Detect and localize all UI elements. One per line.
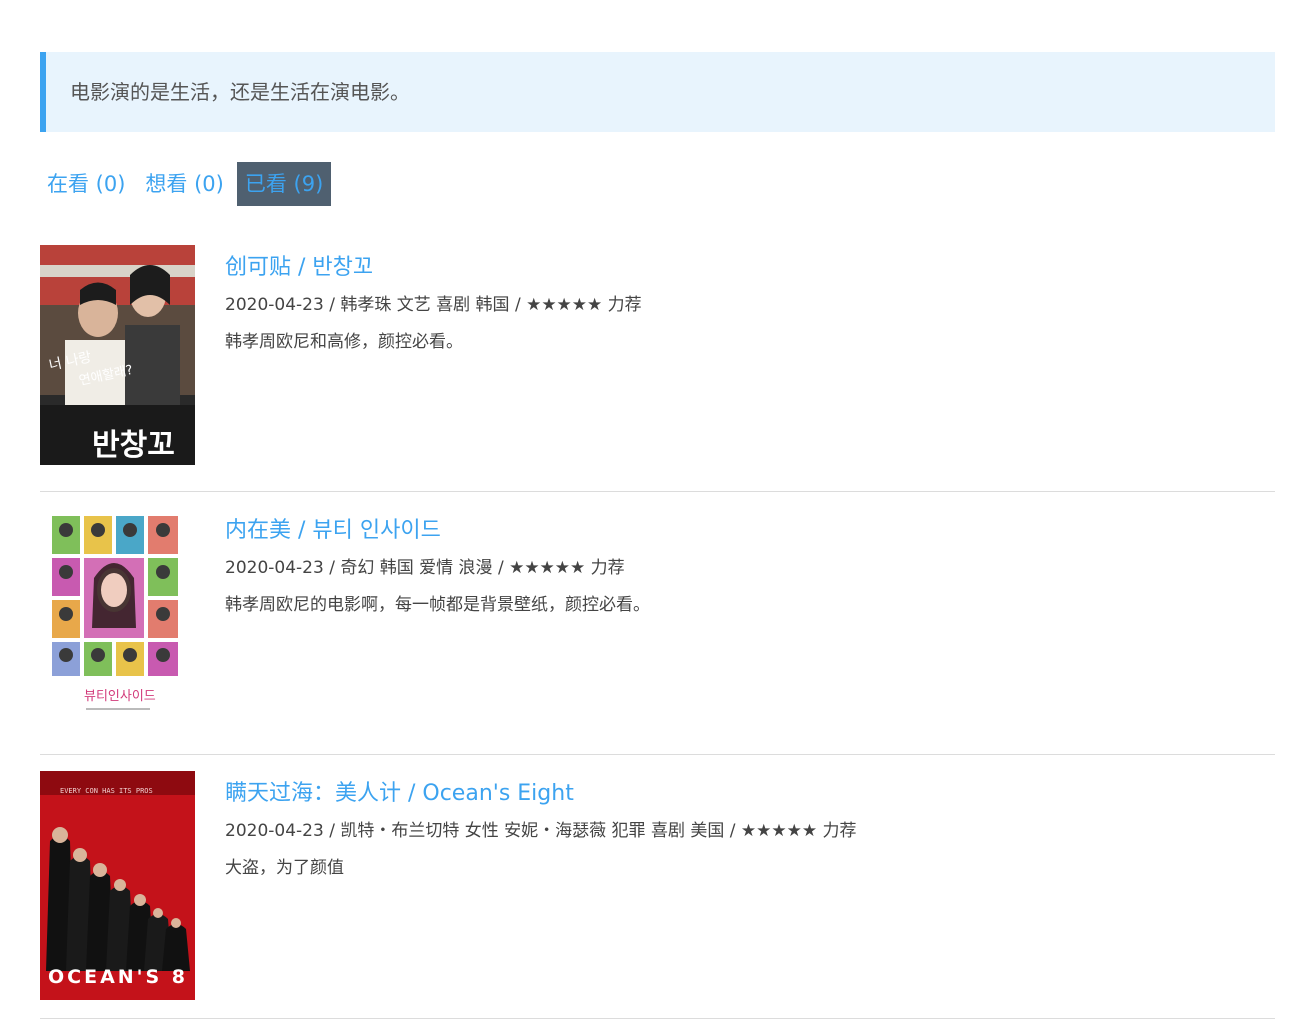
movie-comment: 韩孝周欧尼和高修，颜控必看。 <box>225 332 463 352</box>
movie-info: 创可贴 / 반창꼬 2020-04-23 / 韩孝珠 文艺 喜剧 韩国 / ★★… <box>225 253 642 354</box>
poster-image-1: 너 나랑 연애할래? 반창꼬 <box>40 245 195 465</box>
movie-poster[interactable]: 뷰티인사이드 <box>40 508 195 728</box>
movie-title[interactable]: 内在美 / 뷰티 인사이드 <box>225 516 650 546</box>
movie-comment: 韩孝周欧尼的电影啊，每一帧都是背景壁纸，颜控必看。 <box>225 595 650 615</box>
poster-title-1: 반창꼬 <box>92 428 175 463</box>
quote-banner: 电影演的是生活，还是生活在演电影。 <box>40 52 1275 132</box>
tab-watching[interactable]: 在看 (0) <box>40 162 132 206</box>
poster-title-2: 뷰티인사이드 <box>84 689 156 704</box>
tab-watched[interactable]: 已看 (9) <box>236 162 332 206</box>
movie-comment: 大盗，为了颜值 <box>225 858 344 878</box>
tab-want-to-watch[interactable]: 想看 (0) <box>138 162 230 206</box>
movie-poster[interactable]: EVERY CON HAS ITS PROS OCEAN'S 8 <box>40 771 195 1000</box>
movie-meta: 2020-04-23 / 韩孝珠 文艺 喜剧 韩国 / ★★★★★ 力荐 <box>225 295 642 315</box>
movie-meta: 2020-04-23 / 奇幻 韩国 爱情 浪漫 / ★★★★★ 力荐 <box>225 558 625 578</box>
movie-poster[interactable]: 너 나랑 연애할래? 반창꼬 <box>40 245 195 465</box>
divider <box>40 1018 1275 1019</box>
divider <box>40 491 1275 492</box>
page: 电影演的是生活，还是生活在演电影。 在看 (0) 想看 (0) 已看 (9) 너… <box>0 0 1290 1032</box>
poster-title-3: OCEAN'S 8 <box>48 966 188 988</box>
movie-item: 뷰티인사이드 内在美 / 뷰티 인사이드 2020-04-23 / 奇幻 韩国 … <box>40 508 1275 730</box>
movie-title[interactable]: 创可贴 / 반창꼬 <box>225 253 642 283</box>
svg-text:EVERY CON HAS ITS PROS: EVERY CON HAS ITS PROS <box>60 787 153 795</box>
poster-image-2: 뷰티인사이드 <box>40 508 195 728</box>
movie-item: 너 나랑 연애할래? 반창꼬 创可贴 / 반창꼬 2020-04-23 / 韩孝… <box>40 245 1275 467</box>
divider <box>40 754 1275 755</box>
movie-meta: 2020-04-23 / 凯特・布兰切特 女性 安妮・海瑟薇 犯罪 喜剧 美国 … <box>225 821 857 841</box>
poster-image-3: EVERY CON HAS ITS PROS OCEAN'S 8 <box>40 771 195 1000</box>
quote-text: 电影演的是生活，还是生活在演电影。 <box>70 80 410 104</box>
status-tabs: 在看 (0) 想看 (0) 已看 (9) <box>40 162 337 206</box>
movie-item: EVERY CON HAS ITS PROS OCEAN'S 8 瞒天过海：美人… <box>40 771 1275 1001</box>
movie-info: 瞒天过海：美人计 / Ocean's Eight 2020-04-23 / 凯特… <box>225 779 857 880</box>
movie-title[interactable]: 瞒天过海：美人计 / Ocean's Eight <box>225 779 857 809</box>
movie-info: 内在美 / 뷰티 인사이드 2020-04-23 / 奇幻 韩国 爱情 浪漫 /… <box>225 516 650 617</box>
